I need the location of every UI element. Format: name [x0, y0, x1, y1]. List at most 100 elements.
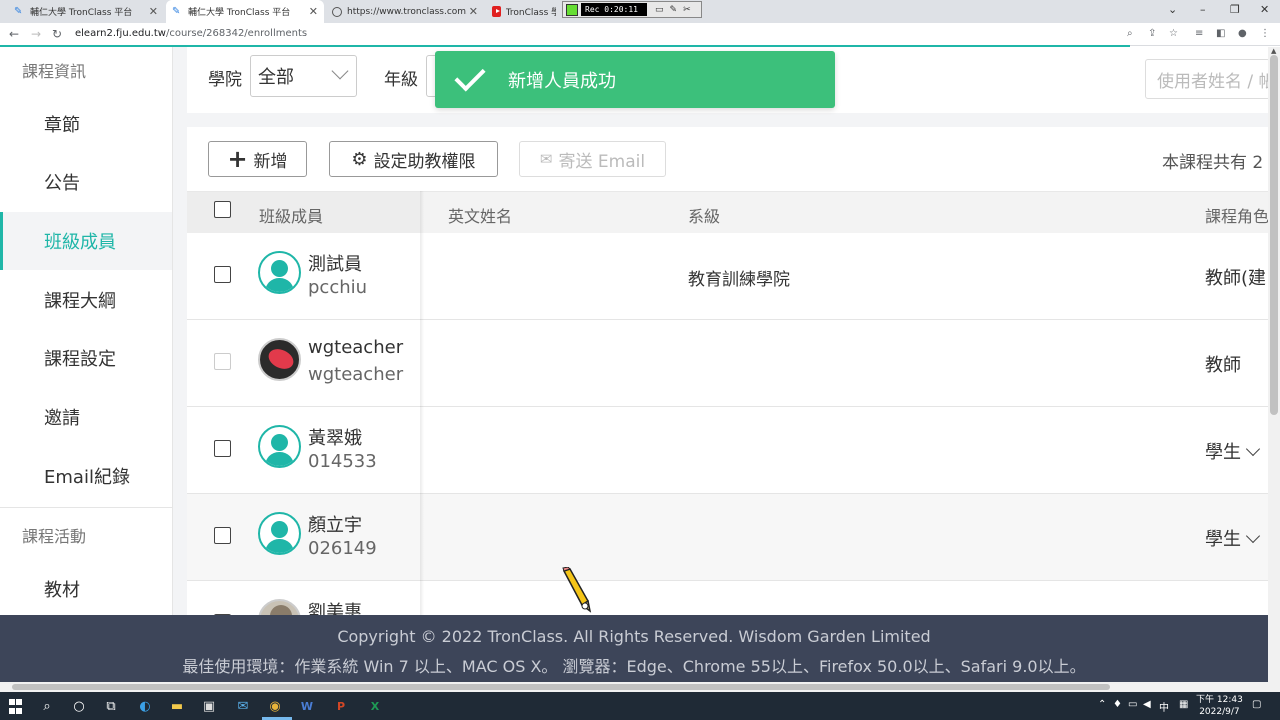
input-method-icon[interactable]: ▦ [1179, 699, 1188, 710]
globe-icon [332, 6, 342, 17]
share-icon[interactable]: ⇪ [1148, 28, 1156, 39]
search-icon[interactable]: ⌕ [38, 697, 56, 715]
browser-tab-4[interactable]: TronClass 學習 [486, 0, 562, 23]
sidebar-item-chapters[interactable]: 章節 [0, 95, 172, 153]
select-all-checkbox[interactable] [214, 201, 231, 218]
system-clock[interactable]: 下午 12:43 2022/9/7 [1196, 694, 1243, 718]
send-email-button[interactable]: ✉ 寄送 Email [519, 141, 666, 177]
gear-icon: ⚙ [351, 148, 368, 170]
vertical-scrollbar[interactable]: ▲ [1268, 47, 1280, 682]
chrome-icon[interactable]: ◉ [266, 697, 284, 715]
member-name[interactable]: 測試員 [308, 250, 362, 276]
file-explorer-icon[interactable]: ▬ [168, 697, 186, 715]
excel-icon[interactable]: X [366, 697, 384, 715]
sidebar-item-label: 章節 [44, 115, 80, 136]
table-row[interactable]: 顏立宇 026149 學生 [187, 494, 1268, 581]
horizontal-scrollbar-thumb[interactable] [12, 684, 1110, 690]
sidebar-item-email-log[interactable]: Email紀錄 [0, 447, 172, 505]
sidebar-item-announcements[interactable]: 公告 [0, 153, 172, 211]
user-search-input[interactable]: 使用者姓名 / 帳 [1145, 59, 1268, 99]
bookmark-star-icon[interactable]: ☆ [1169, 28, 1178, 39]
sidebar-item-members[interactable]: 班級成員 [0, 212, 172, 270]
more-menu-icon[interactable]: ⋮ [1260, 28, 1270, 39]
role-select[interactable]: 學生 [1205, 438, 1261, 464]
avatar [258, 599, 301, 615]
pen-icon[interactable]: ✎ [670, 5, 678, 15]
screen-recorder-widget[interactable]: Rec 0:20:11 ▭ ✎ ✂ [562, 1, 702, 18]
sidebar-item-course-settings[interactable]: 課程設定 [0, 329, 172, 387]
camera-icon[interactable]: ▭ [655, 5, 664, 15]
window-close-icon[interactable]: ✕ [1260, 3, 1269, 16]
vertical-scrollbar-thumb[interactable] [1270, 55, 1278, 415]
windows-start-icon[interactable] [8, 697, 22, 715]
row-checkbox[interactable] [214, 266, 231, 283]
sidebar-item-label: 公告 [44, 173, 80, 194]
close-icon[interactable]: ✕ [469, 5, 478, 18]
microphone-icon[interactable]: ♦ [1113, 699, 1122, 710]
table-row[interactable]: wgteacher wgteacher 教師 [187, 320, 1268, 407]
plus-icon: + [227, 145, 248, 173]
members-panel: + 新增 ⚙ 設定助教權限 ✉ 寄送 Email 本課程共有 2 班級成員 英文… [187, 127, 1268, 615]
row-checkbox[interactable] [214, 440, 231, 457]
horizontal-scrollbar[interactable] [0, 682, 1280, 692]
store-icon[interactable]: ▣ [200, 697, 218, 715]
restore-icon[interactable]: ❐ [1230, 3, 1240, 16]
browser-tab-1[interactable]: ✎ 輔仁大學 TronClass 平台 ✕ [8, 0, 164, 23]
ime-indicator[interactable]: 中 [1159, 699, 1169, 714]
forward-icon[interactable]: → [31, 27, 41, 41]
member-name[interactable]: 劉美惠 [308, 598, 362, 615]
close-icon[interactable]: ✕ [309, 5, 318, 18]
scissors-icon[interactable]: ✂ [683, 5, 691, 15]
set-ta-permission-button[interactable]: ⚙ 設定助教權限 [329, 141, 498, 177]
role-label: 教師 [1205, 355, 1241, 376]
add-member-button[interactable]: + 新增 [208, 141, 307, 177]
member-name[interactable]: 黃翠娥 [308, 424, 362, 450]
member-id: 014533 [308, 451, 377, 472]
chevron-down-icon [1245, 441, 1261, 457]
member-id: 026149 [308, 538, 377, 559]
edge-icon[interactable]: ◐ [136, 697, 154, 715]
close-icon[interactable]: ✕ [149, 5, 158, 18]
member-name[interactable]: 顏立宇 [308, 511, 362, 537]
profile-icon[interactable]: ● [1238, 28, 1247, 39]
member-name[interactable]: wgteacher [308, 337, 403, 358]
task-view-icon[interactable]: ⧉ [102, 697, 120, 715]
url-field[interactable]: elearn2.fju.edu.tw/course/268342/enrollm… [75, 28, 307, 39]
sidebar-item-invite[interactable]: 邀請 [0, 388, 172, 446]
minimize-icon[interactable]: – [1200, 3, 1206, 16]
member-id: pcchiu [308, 277, 368, 298]
mail-icon[interactable]: ✉ [234, 697, 252, 715]
word-icon[interactable]: W [298, 697, 316, 715]
side-panel-icon[interactable]: ◧ [1216, 28, 1225, 39]
row-checkbox[interactable] [214, 527, 231, 544]
cortana-icon[interactable]: ○ [70, 697, 88, 715]
column-header-member: 班級成員 [259, 207, 324, 226]
chevron-down-icon [331, 62, 349, 80]
notification-icon[interactable]: ▢ [1252, 699, 1261, 710]
sidebar-item-label: 課程大綱 [44, 291, 116, 312]
record-indicator-icon [566, 3, 578, 16]
tray-chevron-up-icon[interactable]: ⌃ [1098, 699, 1106, 710]
zoom-icon[interactable]: ⌕ [1127, 28, 1133, 39]
back-icon[interactable]: ← [9, 27, 19, 41]
tab-search-chevron-icon[interactable]: ⌄ [1168, 3, 1177, 16]
scroll-up-arrow-icon[interactable]: ▲ [1271, 47, 1276, 55]
reload-icon[interactable]: ↻ [52, 27, 62, 41]
college-select[interactable]: 全部 [250, 55, 357, 97]
browser-tab-2[interactable]: ✎ 輔仁大學 TronClass 平台 ✕ [166, 0, 324, 23]
powerpoint-icon[interactable]: P [332, 697, 350, 715]
column-header-department: 系級 [688, 207, 721, 226]
table-row[interactable]: 劉美惠 學生 [187, 581, 1268, 615]
clock-date: 2022/9/7 [1199, 707, 1240, 717]
role-select[interactable]: 學生 [1205, 525, 1261, 551]
table-row[interactable]: 黃翠娥 014533 學生 [187, 407, 1268, 494]
sidebar-item-syllabus[interactable]: 課程大綱 [0, 271, 172, 329]
row-checkbox[interactable] [214, 353, 231, 370]
sidebar-item-label: 課程設定 [44, 349, 116, 370]
network-icon[interactable]: ▭ [1128, 699, 1137, 710]
sidebar-item-materials[interactable]: 教材 [0, 560, 172, 615]
browser-tab-3[interactable]: https://www.tronclass.com.tw/ ✕ [326, 0, 484, 23]
table-row[interactable]: 測試員 pcchiu 教育訓練學院 教師(建 [187, 233, 1268, 320]
reading-list-icon[interactable]: ≡ [1195, 28, 1203, 39]
volume-icon[interactable]: ◀ [1143, 699, 1151, 710]
